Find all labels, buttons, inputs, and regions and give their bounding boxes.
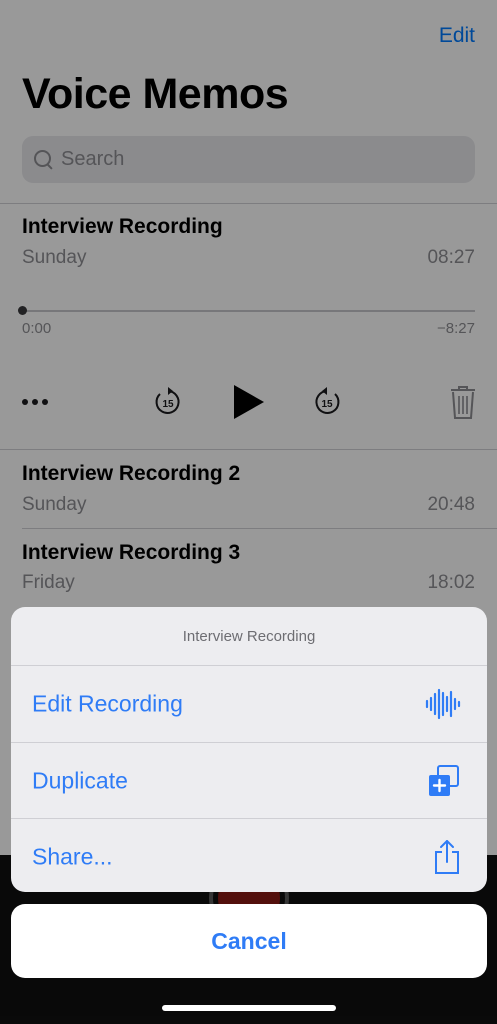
duplicate-label: Duplicate [32, 767, 128, 794]
edit-recording-button[interactable]: Edit Recording [11, 666, 487, 742]
share-icon [435, 840, 459, 874]
cancel-button[interactable]: Cancel [11, 904, 487, 978]
action-sheet-title: Interview Recording [182, 627, 316, 645]
action-sheet: Interview Recording Edit Recording Dupli… [11, 607, 487, 892]
duplicate-icon [429, 765, 459, 796]
home-indicator[interactable] [162, 1005, 336, 1011]
duplicate-button[interactable]: Duplicate [11, 743, 487, 819]
waveform-icon [425, 688, 461, 720]
edit-recording-label: Edit Recording [32, 690, 183, 717]
share-label: Share... [32, 843, 113, 870]
share-button[interactable]: Share... [11, 819, 487, 892]
